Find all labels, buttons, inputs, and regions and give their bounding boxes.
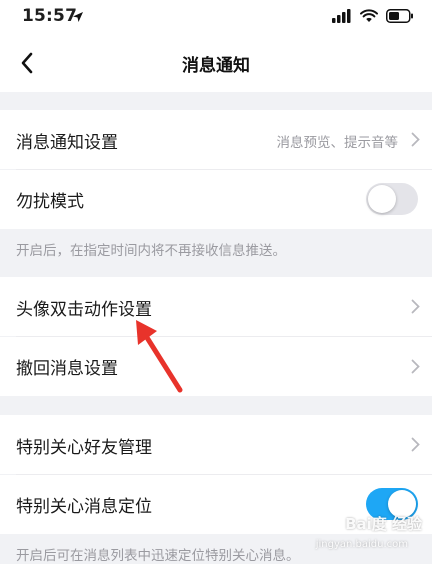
do-not-disturb-hint: 开启后，在指定时间内将不再接收信息推送。: [16, 243, 286, 259]
toggle-knob: [368, 185, 396, 213]
avatar-double-tap-label: 头像双击动作设置: [16, 300, 152, 320]
wifi-icon: [360, 9, 378, 22]
chevron-right-icon: [411, 132, 420, 147]
notification-settings-subtitle: 消息预览、提示音等: [276, 135, 399, 151]
do-not-disturb-label: 勿扰模式: [16, 192, 84, 212]
battery-icon: [386, 9, 413, 23]
notification-settings-label: 消息通知设置: [16, 133, 118, 153]
chevron-right-icon: [411, 299, 420, 314]
status-bar: 15:57: [0, 0, 432, 34]
chevron-right-icon: [411, 359, 420, 374]
notification-settings-row[interactable]: 消息通知设置 消息预览、提示音等: [0, 110, 432, 169]
recall-message-label: 撤回消息设置: [16, 359, 118, 379]
special-care-friends-row[interactable]: 特别关心好友管理: [0, 415, 432, 474]
do-not-disturb-toggle[interactable]: [366, 183, 418, 215]
status-time: 15:57: [22, 6, 78, 26]
annotation-arrow-icon: [136, 320, 183, 393]
special-care-locate-label: 特别关心消息定位: [16, 497, 152, 517]
recall-message-row[interactable]: 撤回消息设置: [0, 337, 432, 396]
nav-bar: 消息通知: [0, 34, 432, 92]
watermark-logo: Bai度 经验: [345, 515, 422, 533]
status-icons: [332, 9, 414, 23]
special-care-hint: 开启后可在消息列表中迅速定位特别关心消息。: [16, 548, 300, 564]
chevron-right-icon: [411, 437, 420, 452]
special-care-friends-label: 特别关心好友管理: [16, 438, 152, 458]
watermark-url: jingyan.baidu.com: [315, 539, 408, 550]
avatar-double-tap-row[interactable]: 头像双击动作设置: [0, 277, 432, 336]
page-title: 消息通知: [182, 56, 250, 76]
do-not-disturb-row: 勿扰模式: [0, 170, 432, 229]
signal-icon: [332, 9, 351, 23]
location-arrow-icon: [73, 12, 83, 22]
